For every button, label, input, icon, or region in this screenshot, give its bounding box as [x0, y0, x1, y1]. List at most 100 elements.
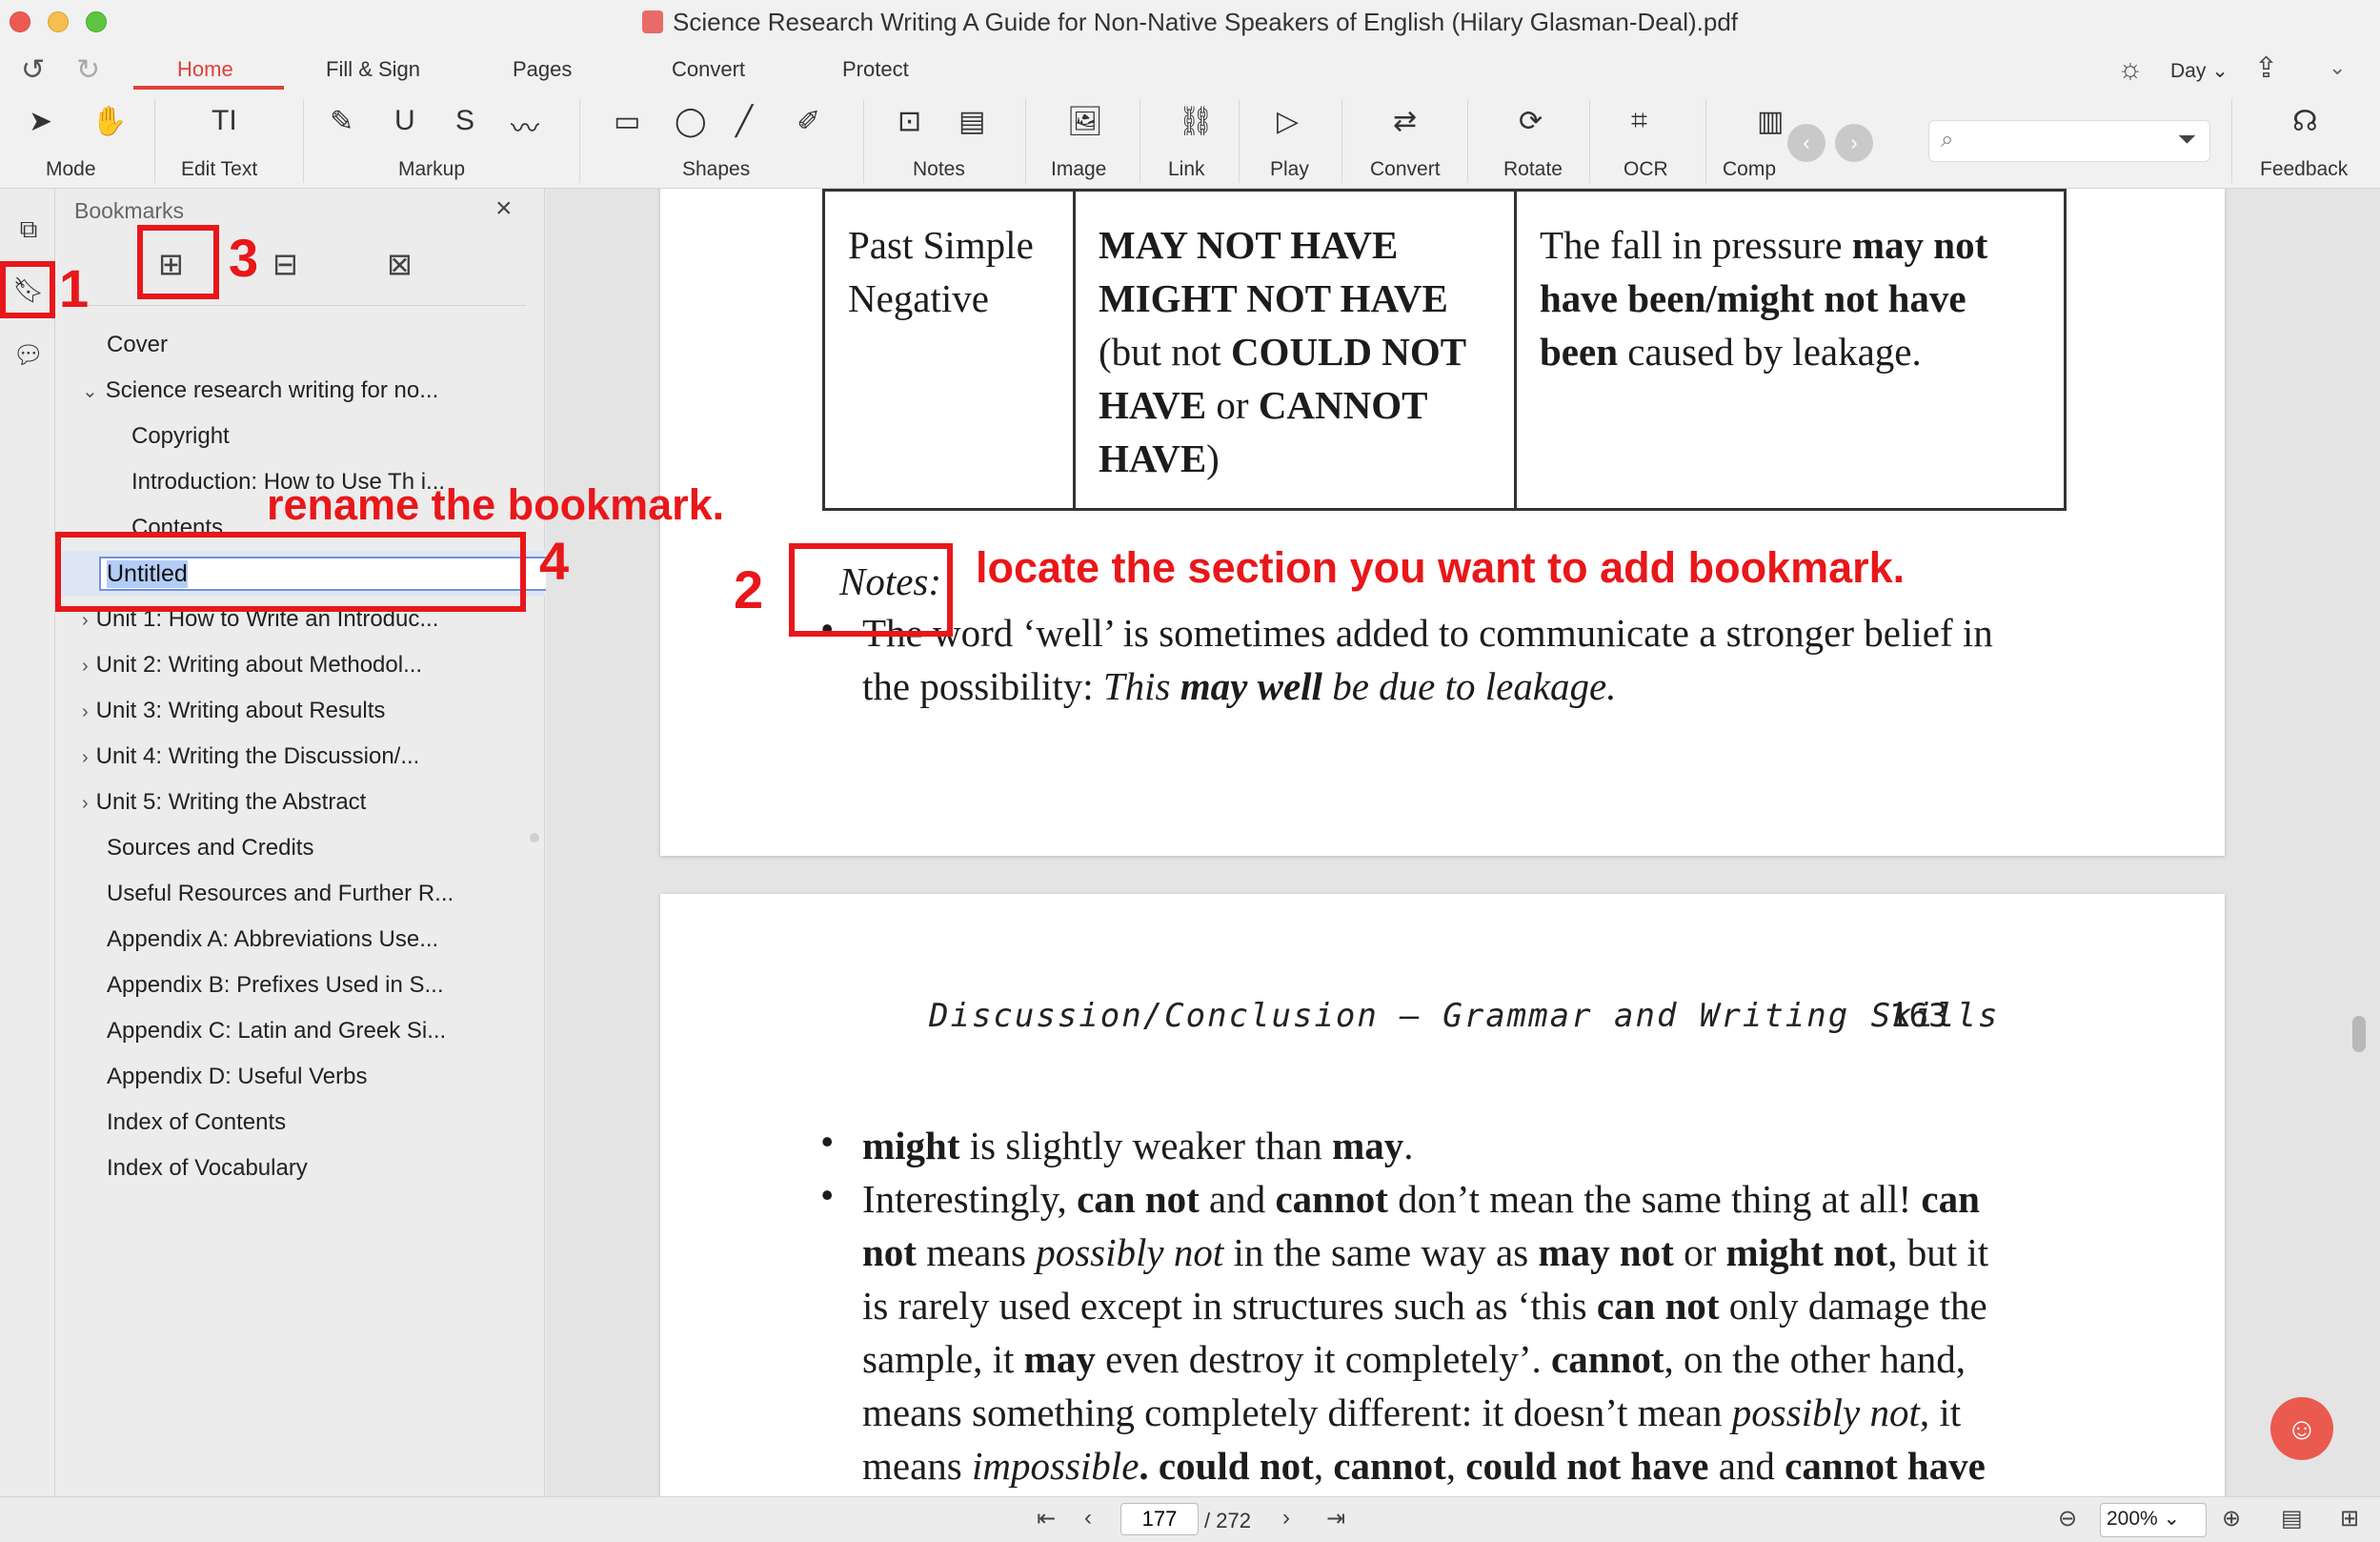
search-input[interactable]: [1973, 127, 2164, 155]
tab-pages[interactable]: Pages: [513, 57, 572, 82]
bookmark-item[interactable]: Copyright: [131, 423, 230, 450]
comment-icon[interactable]: ▤: [958, 105, 985, 138]
bookmark-item[interactable]: ⌄ Science research writing for no...: [82, 377, 438, 404]
bookmark-item[interactable]: Index of Vocabulary: [107, 1155, 308, 1182]
bookmark-item[interactable]: Sources and Credits: [107, 835, 313, 862]
close-icon[interactable]: ×: [495, 193, 513, 225]
tab-protect[interactable]: Protect: [842, 57, 909, 82]
search-box[interactable]: ⌕ ⏷: [1928, 120, 2210, 162]
rotate-icon[interactable]: ⟳: [1519, 105, 1543, 138]
link-label[interactable]: Link: [1168, 158, 1205, 181]
ai-assistant-icon[interactable]: ☺: [2270, 1397, 2333, 1460]
bookmark-item[interactable]: › Unit 4: Writing the Discussion/...: [82, 743, 419, 770]
theme-dropdown[interactable]: Day ⌄: [2170, 59, 2229, 83]
play-icon[interactable]: ▷: [1277, 105, 1299, 138]
delete-bookmark-icon[interactable]: ⊠: [387, 246, 413, 282]
toolbar-divider: [1239, 99, 1240, 183]
ocr-icon[interactable]: ⌗: [1631, 105, 1647, 137]
convert-icon[interactable]: ⇄: [1393, 105, 1417, 138]
feedback-label[interactable]: Feedback: [2260, 158, 2348, 181]
zoom-dropdown[interactable]: 200% ⌄: [2100, 1503, 2207, 1537]
image-icon[interactable]: 🖼: [1067, 105, 1103, 138]
comments-icon[interactable]: 💬︎: [10, 335, 48, 374]
bookmark-item[interactable]: Appendix C: Latin and Greek Si...: [107, 1018, 446, 1045]
bookmark-label: Cover: [107, 332, 169, 357]
tab-home[interactable]: Home: [177, 57, 233, 82]
next-page-icon[interactable]: ›: [1282, 1505, 1290, 1532]
toolbar-scroll-right-button[interactable]: ›: [1835, 124, 1873, 162]
tab-fill-sign[interactable]: Fill & Sign: [326, 57, 420, 82]
edit-text-label[interactable]: Edit Text: [181, 158, 257, 181]
last-page-icon[interactable]: ⇥: [1326, 1505, 1345, 1532]
vertical-scrollbar[interactable]: [2352, 1016, 2366, 1052]
chevron-right-icon[interactable]: ›: [82, 610, 89, 631]
bookmark-item[interactable]: › Unit 3: Writing about Results: [82, 698, 385, 724]
chevron-right-icon[interactable]: ›: [82, 747, 89, 768]
chevron-right-icon[interactable]: ›: [82, 701, 89, 722]
chevron-right-icon[interactable]: ›: [82, 793, 89, 814]
toolbar-scroll-left-button[interactable]: ‹: [1787, 124, 1825, 162]
redo-icon[interactable]: ↻: [76, 53, 100, 87]
cell-text: MIGHT NOT HAVE: [1099, 276, 1448, 320]
bullet-icon: •: [820, 1173, 835, 1217]
paragraph-text: may not: [1538, 1230, 1674, 1274]
play-label[interactable]: Play: [1270, 158, 1309, 181]
bookmark-item[interactable]: Appendix D: Useful Verbs: [107, 1064, 367, 1090]
text-box-icon[interactable]: ⊡: [898, 105, 921, 138]
bookmark-item[interactable]: Cover: [107, 332, 168, 358]
chevron-down-icon[interactable]: ⌄: [82, 381, 98, 402]
share-icon[interactable]: ⇪: [2254, 51, 2278, 85]
previous-page-icon[interactable]: ‹: [1084, 1505, 1092, 1532]
link-icon[interactable]: ⛓: [1178, 105, 1214, 138]
ocr-label[interactable]: OCR: [1624, 158, 1668, 181]
zoom-out-icon[interactable]: ⊖: [2058, 1505, 2077, 1532]
pencil-icon[interactable]: ✐: [797, 105, 820, 138]
undo-icon[interactable]: ↺: [21, 53, 45, 87]
left-rail: ⧉ 🔖︎ 💬︎: [0, 189, 55, 1496]
bookmark-item[interactable]: Appendix A: Abbreviations Use...: [107, 926, 438, 953]
grid-view-icon[interactable]: ⊞: [2340, 1505, 2359, 1532]
image-label[interactable]: Image: [1051, 158, 1106, 181]
squiggly-icon[interactable]: 〰: [511, 105, 539, 147]
feedback-headset-icon[interactable]: ☊: [2292, 105, 2318, 138]
edit-text-icon[interactable]: TI: [212, 105, 237, 137]
panel-scrollbar[interactable]: [530, 833, 539, 842]
compress-icon[interactable]: ▥: [1757, 105, 1784, 138]
compress-label[interactable]: Comp: [1723, 158, 1776, 181]
convert-label[interactable]: Convert: [1370, 158, 1441, 181]
paragraph-text: and: [1199, 1177, 1276, 1221]
zoom-in-icon[interactable]: ⊕: [2222, 1505, 2241, 1532]
select-arrow-icon[interactable]: ➤: [29, 105, 52, 138]
chevron-down-icon: ⌄: [2206, 60, 2229, 82]
paragraph-text: is rarely used except in structures such…: [862, 1284, 1597, 1328]
line-icon[interactable]: ╱: [736, 105, 753, 138]
rotate-label[interactable]: Rotate: [1503, 158, 1563, 181]
filter-icon[interactable]: ⏷: [2178, 127, 2196, 153]
hand-pan-icon[interactable]: ✋: [91, 105, 127, 138]
single-page-view-icon[interactable]: ▤: [2281, 1505, 2303, 1532]
bookmark-item[interactable]: Useful Resources and Further R...: [107, 881, 454, 907]
bookmark-item[interactable]: › Unit 5: Writing the Abstract: [82, 789, 366, 816]
chevron-down-icon[interactable]: ⌄: [2329, 55, 2346, 80]
page-number-input[interactable]: [1120, 1503, 1199, 1535]
document-viewer[interactable]: Past Simple Negative MAY NOT HAVE MIGHT N…: [546, 189, 2380, 1496]
sun-icon[interactable]: ☼: [2117, 53, 2144, 86]
highlight-icon[interactable]: ✎: [330, 105, 353, 138]
paragraph-text: ,: [1445, 1444, 1466, 1488]
thumbnails-icon[interactable]: ⧉: [10, 210, 48, 248]
rectangle-icon[interactable]: ▭: [614, 105, 640, 138]
tab-convert[interactable]: Convert: [672, 57, 745, 82]
underline-icon[interactable]: U: [394, 105, 415, 137]
first-page-icon[interactable]: ⇤: [1037, 1505, 1056, 1532]
toolbar-divider: [2231, 99, 2232, 183]
paragraph-text: might not: [1725, 1230, 1888, 1274]
paragraph: might is slightly weaker than may.: [862, 1119, 1413, 1172]
bookmark-item[interactable]: › Unit 2: Writing about Methodol...: [82, 652, 422, 679]
add-child-bookmark-icon[interactable]: ⊟: [272, 246, 298, 282]
bookmark-item[interactable]: Appendix B: Prefixes Used in S...: [107, 972, 444, 999]
ellipse-icon[interactable]: ◯: [675, 105, 707, 138]
chevron-right-icon[interactable]: ›: [82, 656, 89, 677]
mode-label: Mode: [46, 158, 96, 180]
strikethrough-icon[interactable]: S: [455, 105, 474, 137]
bookmark-item[interactable]: Index of Contents: [107, 1109, 286, 1136]
